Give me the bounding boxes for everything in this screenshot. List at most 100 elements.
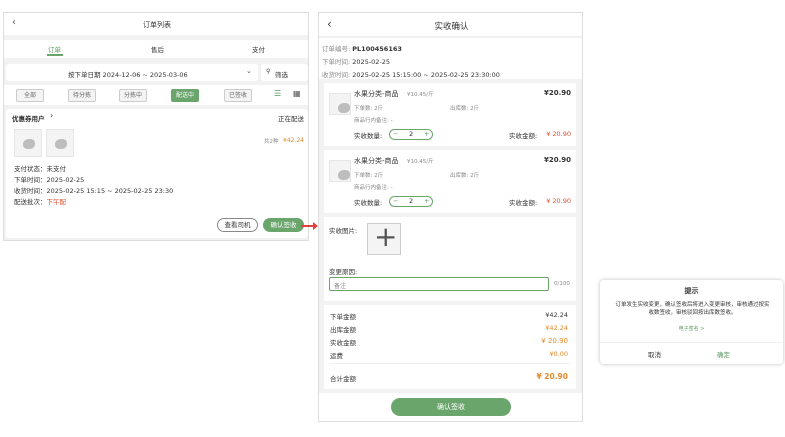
order-total: ¥42.24	[283, 137, 304, 144]
view-driver-button[interactable]: 查看司机	[217, 218, 258, 232]
product-thumbnail	[46, 129, 74, 157]
grid-view-icon[interactable]: ▦	[293, 89, 301, 98]
label: 配送批次：	[14, 198, 47, 206]
value: 未支付	[46, 165, 67, 173]
ok-button[interactable]: 确定	[717, 349, 730, 359]
date-filter[interactable]: 按下单日期 2024-12-06 ~ 2025-03-06 ⌄	[6, 64, 258, 81]
tab-active-underline	[47, 54, 63, 56]
unit-price: ¥10.45/斤	[407, 159, 434, 165]
order-card[interactable]: 优惠券用户 › 正在配送 共2种 ¥42.24 支付状态：未支付 下单时间：20…	[6, 109, 308, 238]
value: 下午配	[46, 198, 67, 206]
summary-value: ¥0.00	[549, 350, 568, 358]
summary-label: 运费	[330, 352, 343, 360]
summary: 下单金额 ¥42.24 出库金额 ¥42.24 实收金额 ¥ 20.90 运费 …	[324, 305, 576, 389]
submit-confirm-button[interactable]: 确认签收	[391, 398, 511, 416]
confirm-dialog: 提示 订单发生实收变更，确认签收后将进入变更审核，审核通过按实收数签收，审核驳回…	[600, 280, 783, 364]
photo-label: 实收图片:	[329, 227, 358, 235]
item-remark: 商品行内备注: -	[354, 185, 393, 191]
item-remark: 商品行内备注: -	[354, 118, 393, 124]
e-signature-link[interactable]: 电子签名 >	[600, 325, 783, 332]
chip-sorting[interactable]: 分拣中	[119, 89, 147, 102]
filter-button[interactable]: ⚲ 筛选	[261, 64, 308, 81]
tab-payment[interactable]: 支付	[252, 44, 265, 54]
dialog-title: 提示	[684, 287, 699, 295]
order-qty: 下单数: 2斤	[354, 173, 384, 179]
chevron-down-icon: ⌄	[246, 67, 252, 75]
summary-value: ¥42.24	[545, 311, 568, 319]
plus-icon: +	[374, 220, 398, 253]
chip-delivering[interactable]: 配送中	[171, 89, 199, 102]
summary-label: 下单金额	[330, 313, 356, 321]
cancel-button[interactable]: 取消	[648, 349, 661, 359]
label: 下单时间：	[14, 176, 47, 184]
order-no-row: 订单编号: PL100456163	[322, 43, 402, 53]
chip-all[interactable]: 全部	[16, 89, 44, 102]
out-qty: 出库数: 2斤	[450, 106, 480, 112]
value: 2025-02-25 15:15:00 ~ 2025-02-25 23:30:0…	[352, 71, 500, 79]
chip-signed[interactable]: 已签收	[224, 89, 252, 102]
header: ‹ 实收确认	[319, 13, 582, 37]
tab-aftersale[interactable]: 售后	[151, 44, 164, 54]
out-qty: 出库数: 2斤	[450, 173, 480, 179]
item-count: 共2种	[264, 139, 279, 145]
change-section: 实收图片: + 变更原因: 备注 0/100	[324, 217, 576, 301]
label: 下单时间:	[322, 58, 351, 66]
value: 2025-02-25	[352, 58, 391, 66]
tab-orders[interactable]: 订单	[48, 44, 61, 54]
dialog-divider	[600, 342, 783, 343]
confirm-sign-button[interactable]: 确认签收	[263, 218, 304, 232]
product-price: ¥20.90	[543, 89, 571, 97]
list-view-icon[interactable]: ☰	[274, 89, 281, 98]
label: 订单编号:	[322, 45, 351, 53]
product-price: ¥20.90	[543, 156, 571, 164]
order-status: 正在配送	[278, 115, 304, 123]
label: 支付状态：	[14, 165, 47, 173]
reason-input[interactable]: 备注	[329, 277, 549, 291]
product-name: 水果分类-商品	[354, 157, 399, 165]
pay-status-row: 支付状态：未支付	[14, 165, 66, 174]
product-thumbnail	[14, 129, 42, 157]
header: ‹ 订单列表	[4, 13, 308, 35]
actual-amount: ¥ 20.90	[546, 130, 571, 138]
plus-icon[interactable]: +	[424, 197, 429, 206]
total-label: 合计金额	[330, 375, 356, 383]
reason-counter: 0/100	[554, 281, 570, 287]
plus-icon[interactable]: +	[424, 130, 429, 139]
minus-icon[interactable]: −	[393, 197, 398, 206]
label: 收货时间：	[14, 187, 47, 195]
actual-amount: ¥ 20.90	[546, 197, 571, 205]
actual-amount-label: 实收金额:	[509, 199, 538, 207]
filter-icon: ⚲	[266, 68, 271, 75]
page-title: 订单列表	[143, 21, 171, 29]
page-title: 实收确认	[434, 22, 469, 32]
order-qty: 下单数: 2斤	[354, 106, 384, 112]
product-thumbnail	[329, 160, 351, 182]
order-info: 订单编号: PL100456163 下单时间: 2025-02-25 收货时间:…	[319, 38, 582, 79]
filter-label: 筛选	[275, 71, 288, 79]
divider	[330, 363, 570, 364]
dialog-message: 订单发生实收变更，确认签收后将进入变更审核，审核通过按实收数签收，审核驳回按出库…	[615, 302, 770, 316]
quantity-stepper[interactable]: − 2 +	[389, 129, 433, 140]
value: 2025-02-25	[46, 176, 85, 184]
chevron-right-icon: ›	[50, 111, 54, 120]
customer-name: 优惠券用户	[12, 115, 45, 123]
summary-value: ¥ 20.90	[541, 337, 568, 345]
add-photo-button[interactable]: +	[367, 220, 401, 255]
minus-icon[interactable]: −	[393, 130, 398, 139]
qty-value[interactable]: 2	[409, 197, 413, 206]
chip-bar	[4, 85, 308, 105]
order-list-screen: ‹ 订单列表 订单 售后 支付 按下单日期 2024-12-06 ~ 2025-…	[3, 12, 309, 241]
actual-qty-label: 实收数量:	[354, 132, 383, 140]
actual-amount-label: 实收金额:	[509, 132, 538, 140]
receive-time-row: 收货时间: 2025-02-25 15:15:00 ~ 2025-02-25 2…	[322, 69, 500, 79]
qty-value[interactable]: 2	[409, 130, 413, 139]
quantity-stepper[interactable]: − 2 +	[389, 196, 433, 207]
unit-price: ¥10.45/斤	[407, 92, 434, 98]
actual-qty-label: 实收数量:	[354, 199, 383, 207]
tab-bar: 订单 售后 支付	[4, 40, 308, 58]
reason-placeholder: 备注	[334, 283, 347, 290]
chip-to-sort[interactable]: 待分拣	[68, 89, 96, 102]
product-item: 水果分类-商品 ¥10.45/斤 ¥20.90 下单数: 2斤 出库数: 2斤 …	[324, 150, 576, 213]
order-time-row: 下单时间: 2025-02-25	[322, 56, 390, 66]
product-name: 水果分类-商品	[354, 90, 399, 98]
